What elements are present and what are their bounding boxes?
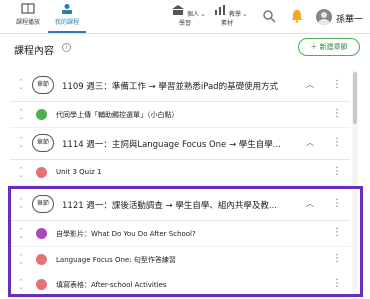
list-item[interactable]: ⌃ ⌄ 代同學上傳「輔助觸控選單」（小白點） ⋮ [10, 102, 350, 128]
user-name[interactable]: 孫華一 [336, 12, 363, 25]
item-title[interactable]: 代同學上傳「輔助觸控選單」（小白點） [56, 110, 179, 120]
top-nav-bar: 課程播放 我的課程 個人學習 ⌄ 教學素材 ⌄ 孫華一 [0, 0, 370, 34]
search-icon[interactable] [262, 9, 276, 23]
bell-icon[interactable] [290, 9, 304, 23]
new-unit-button[interactable]: ＋ 新建章節 [298, 38, 360, 56]
drag-handle-icon[interactable]: ⌃ ⌄ [18, 79, 24, 91]
teacher-icon [62, 4, 72, 14]
more-options-icon[interactable]: ⋮ [332, 138, 342, 148]
unit-row[interactable]: ⌃ ⌄ 章節 1114 週一：主詞與Language Focus One → 學生… [10, 128, 350, 160]
nav-my-courses[interactable]: 我的課程 [50, 3, 84, 26]
quiz-type-icon [36, 167, 47, 178]
nav-label: 我的課程 [54, 19, 79, 26]
active-tab-indicator [48, 31, 86, 33]
drag-handle-icon[interactable]: ⌃ ⌄ [18, 109, 24, 121]
nav-label: 課程播放 [15, 19, 40, 26]
unit-badge: 章節 [32, 76, 54, 94]
more-options-icon[interactable]: ⋮ [332, 109, 342, 119]
book-icon [21, 3, 35, 14]
more-options-icon[interactable]: ⋮ [332, 80, 342, 90]
page-title: 課程內容 [14, 46, 54, 57]
chevron-down-icon[interactable]: ⌄ [200, 10, 206, 18]
highlight-box [8, 186, 363, 297]
scrollbar-thumb[interactable] [353, 72, 357, 124]
info-icon[interactable]: i [62, 43, 71, 52]
collapse-icon[interactable]: ︿ [306, 137, 314, 148]
list-item[interactable]: ⌃ ⌄ Unit 3 Quiz 1 ⋮ [10, 160, 350, 186]
collapse-icon[interactable]: ︿ [306, 79, 314, 90]
avatar[interactable] [316, 9, 332, 25]
unit-badge: 章節 [32, 134, 54, 152]
drag-handle-icon[interactable]: ⌃ ⌄ [18, 137, 24, 149]
nav-teaching-materials[interactable]: 教學素材 [212, 4, 242, 27]
drag-handle-icon[interactable]: ⌃ ⌄ [18, 167, 24, 179]
nav-personal-learning[interactable]: 個人學習 [170, 4, 200, 27]
document-type-icon [36, 109, 47, 120]
nav-course-playback[interactable]: 課程播放 [14, 3, 42, 26]
chevron-down-icon[interactable]: ⌄ [242, 10, 248, 18]
more-options-icon[interactable]: ⋮ [332, 167, 342, 177]
chart-icon [215, 5, 226, 15]
unit-title[interactable]: 1109 週三：準備工作 → 學習並熟悉iPad的基礎使用方式 [62, 80, 278, 92]
item-title[interactable]: Unit 3 Quiz 1 [56, 168, 101, 176]
unit-row[interactable]: ⌃ ⌄ 章節 1109 週三：準備工作 → 學習並熟悉iPad的基礎使用方式 ︿ … [10, 70, 350, 102]
unit-title[interactable]: 1114 週一：主詞與Language Focus One → 學生自學... [62, 138, 281, 150]
school-icon [172, 5, 185, 15]
